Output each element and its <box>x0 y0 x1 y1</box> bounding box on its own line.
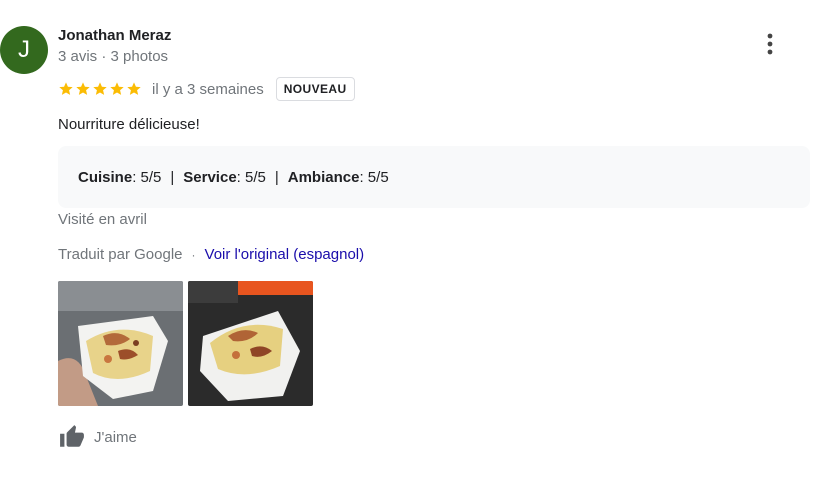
review-date: il y a 3 semaines <box>152 80 264 98</box>
food-photo-image <box>188 281 313 406</box>
like-label: J'aime <box>94 428 137 446</box>
reviewer-name[interactable]: Jonathan Meraz <box>58 27 171 44</box>
reviewer-meta: 3 avis · 3 photos <box>58 48 169 65</box>
translated-by-label: Traduit par Google <box>58 246 183 263</box>
attr-cuisine-value: : 5/5 <box>132 168 162 186</box>
attr-separator: | <box>170 168 175 186</box>
avatar-initial: J <box>18 36 30 63</box>
translation-row: Traduit par Google · Voir l'original (es… <box>58 246 364 263</box>
review-text: Nourriture délicieuse! <box>58 116 200 133</box>
more-options-button[interactable] <box>756 30 784 58</box>
attr-service-label: Service <box>183 168 237 186</box>
review-photo-2[interactable] <box>188 281 313 406</box>
more-vert-icon <box>767 33 773 55</box>
view-original-link[interactable]: Voir l'original (espagnol) <box>205 246 365 263</box>
star-icon <box>110 82 124 95</box>
star-icon <box>93 82 107 95</box>
star-icon <box>59 82 73 95</box>
attr-cuisine-label: Cuisine <box>78 168 133 186</box>
visited-date: Visité en avril <box>58 211 147 228</box>
translation-separator: · <box>191 247 196 262</box>
like-button[interactable]: J'aime <box>58 424 137 450</box>
avatar[interactable]: J <box>0 26 48 74</box>
review-photo-1[interactable] <box>58 281 183 406</box>
attr-ambiance-label: Ambiance <box>287 168 360 186</box>
food-photo-image <box>58 281 183 406</box>
attribute-ratings: Cuisine : 5/5 | Service : 5/5 | Ambiance… <box>58 146 810 208</box>
attr-ambiance-value: : 5/5 <box>359 168 389 186</box>
star-rating <box>58 81 142 97</box>
attr-separator: | <box>274 168 279 186</box>
attr-service-value: : 5/5 <box>236 168 266 186</box>
new-badge: NOUVEAU <box>275 77 355 101</box>
star-icon <box>76 82 90 95</box>
thumbs-up-icon <box>60 425 84 447</box>
rating-row: il y a 3 semaines NOUVEAU <box>58 76 355 102</box>
star-icon <box>127 82 141 95</box>
